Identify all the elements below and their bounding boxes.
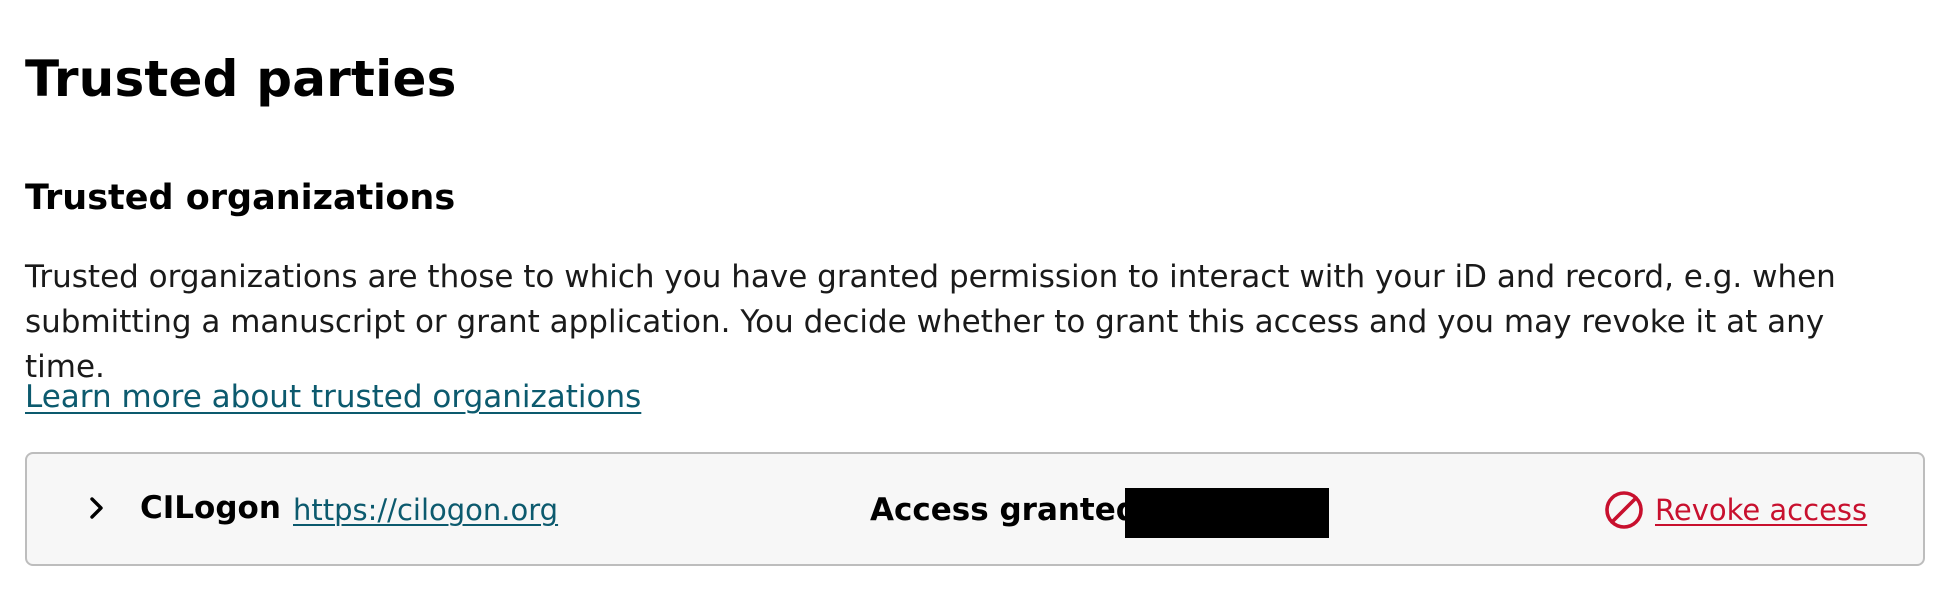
page-title: Trusted parties <box>25 50 457 108</box>
organization-row: CILogon https://cilogon.org Access grant… <box>25 452 1925 566</box>
learn-more-link[interactable]: Learn more about trusted organizations <box>25 375 641 420</box>
revoke-access-button[interactable]: Revoke access <box>1603 488 1867 532</box>
block-icon <box>1603 489 1645 531</box>
section-description: Trusted organizations are those to which… <box>25 259 1836 385</box>
redacted-access-date <box>1125 488 1329 538</box>
chevron-right-icon-graphic <box>90 497 103 519</box>
chevron-right-icon[interactable] <box>81 492 113 524</box>
access-granted-label: Access granted: <box>870 492 1151 528</box>
section-title: Trusted organizations <box>25 178 456 218</box>
organization-url-link[interactable]: https://cilogon.org <box>293 490 558 530</box>
revoke-access-label[interactable]: Revoke access <box>1655 490 1867 530</box>
organization-name: CILogon <box>140 490 281 526</box>
trusted-parties-page: Trusted parties Trusted organizations Tr… <box>0 0 1958 592</box>
